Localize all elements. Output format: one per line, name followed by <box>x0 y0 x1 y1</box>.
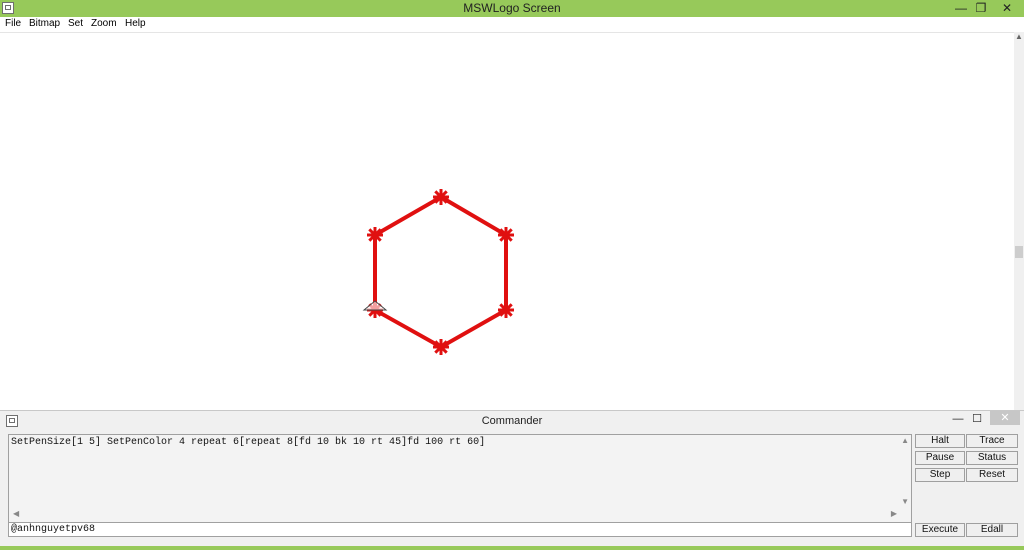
minimize-button[interactable]: — <box>950 0 972 16</box>
reset-button[interactable]: Reset <box>966 468 1018 482</box>
history-scroll-left-icon[interactable]: ◀ <box>13 509 19 518</box>
pause-button[interactable]: Pause <box>915 451 965 465</box>
maximize-button[interactable]: ❐ <box>970 0 992 16</box>
menu-help[interactable]: Help <box>125 18 146 29</box>
hexagon-drawing <box>362 189 514 355</box>
menu-zoom[interactable]: Zoom <box>91 18 117 29</box>
menu-bitmap[interactable]: Bitmap <box>29 18 60 29</box>
execute-button[interactable]: Execute <box>915 523 965 537</box>
logo-canvas[interactable] <box>0 32 1014 411</box>
vertex-star-5 <box>367 227 383 243</box>
vertex-star-3 <box>433 339 449 355</box>
turtle-icon <box>362 300 388 311</box>
hexagon-outline <box>373 194 508 350</box>
halt-button[interactable]: Halt <box>915 434 965 448</box>
vertex-star-0 <box>433 189 449 205</box>
trace-button[interactable]: Trace <box>966 434 1018 448</box>
window-bottom-border <box>0 546 1024 550</box>
commander-maximize-button[interactable]: ☐ <box>970 411 984 427</box>
commander-minimize-button[interactable]: — <box>952 411 964 427</box>
history-scroll-down-icon[interactable]: ▼ <box>901 497 909 506</box>
step-button[interactable]: Step <box>915 468 965 482</box>
command-history[interactable]: SetPenSize[1 5] SetPenColor 4 repeat 6[r… <box>8 434 912 528</box>
window-title: MSWLogo Screen <box>463 1 561 15</box>
title-bar: MSWLogo Screen — ❐ ✕ <box>0 0 1024 18</box>
canvas-vertical-scrollbar[interactable]: ▲ <box>1014 32 1024 410</box>
history-line: SetPenSize[1 5] SetPenColor 4 repeat 6[r… <box>11 437 486 448</box>
history-scroll-right-icon[interactable]: ▶ <box>891 509 897 518</box>
vertex-star-2 <box>498 302 514 318</box>
history-scroll-up-icon[interactable]: ▲ <box>901 436 909 445</box>
status-button[interactable]: Status <box>966 451 1018 465</box>
commander-panel: Commander — ☐ ✕ SetPenSize[1 5] SetPenCo… <box>0 410 1024 547</box>
scroll-thumb[interactable] <box>1015 246 1023 258</box>
close-button[interactable]: ✕ <box>992 0 1022 16</box>
vertex-star-1 <box>498 227 514 243</box>
commander-close-button[interactable]: ✕ <box>990 411 1020 425</box>
edall-button[interactable]: Edall <box>966 523 1018 537</box>
commander-title: Commander <box>481 415 543 427</box>
drawing-svg <box>362 189 514 355</box>
menu-set[interactable]: Set <box>68 18 83 29</box>
menu-bar: File Bitmap Set Zoom Help <box>0 17 1024 32</box>
command-input[interactable]: @anhnguyetpv68 <box>8 522 912 537</box>
menu-file[interactable]: File <box>5 18 21 29</box>
scroll-up-icon[interactable]: ▲ <box>1015 32 1023 41</box>
